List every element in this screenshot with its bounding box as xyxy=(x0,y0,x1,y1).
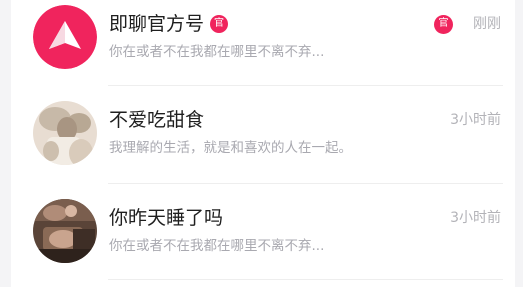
message-preview: 我理解的生活，就是和喜欢的人在一起。 xyxy=(109,140,352,156)
conversation-list: 即聊官方号 官 你在或者不在我都在哪里不离不弃... 官 刚刚 不爱吃甜食 我理… xyxy=(11,0,515,287)
time-group: 官 刚刚 xyxy=(434,13,501,35)
avatar xyxy=(33,5,97,69)
divider xyxy=(108,279,503,280)
conversation-item[interactable]: 你昨天睡了吗 你在或者不在我都在哪里不离不弃... 3小时前 xyxy=(11,183,515,279)
conversation-name: 不爱吃甜食 xyxy=(109,109,205,131)
message-preview: 你在或者不在我都在哪里不离不弃... xyxy=(109,238,325,254)
conversation-title-group: 即聊官方号 官 xyxy=(109,12,229,36)
message-time: 3小时前 xyxy=(450,210,501,226)
conversation-item-official[interactable]: 即聊官方号 官 你在或者不在我都在哪里不离不弃... 官 刚刚 xyxy=(11,0,515,85)
official-badge: 官 xyxy=(210,15,229,33)
message-time: 刚刚 xyxy=(473,16,501,32)
message-preview: 你在或者不在我都在哪里不离不弃... xyxy=(109,44,325,60)
user-photo-avatar xyxy=(33,101,97,165)
paper-plane-icon xyxy=(33,5,97,69)
conversation-item[interactable]: 不爱吃甜食 我理解的生活，就是和喜欢的人在一起。 3小时前 xyxy=(11,85,515,181)
official-badge: 官 xyxy=(434,14,453,34)
avatar xyxy=(33,199,97,263)
conversation-name: 即聊官方号 xyxy=(109,13,205,35)
user-photo-avatar xyxy=(33,199,97,263)
avatar xyxy=(33,101,97,165)
conversation-name: 你昨天睡了吗 xyxy=(109,207,224,229)
message-time: 3小时前 xyxy=(450,112,501,128)
